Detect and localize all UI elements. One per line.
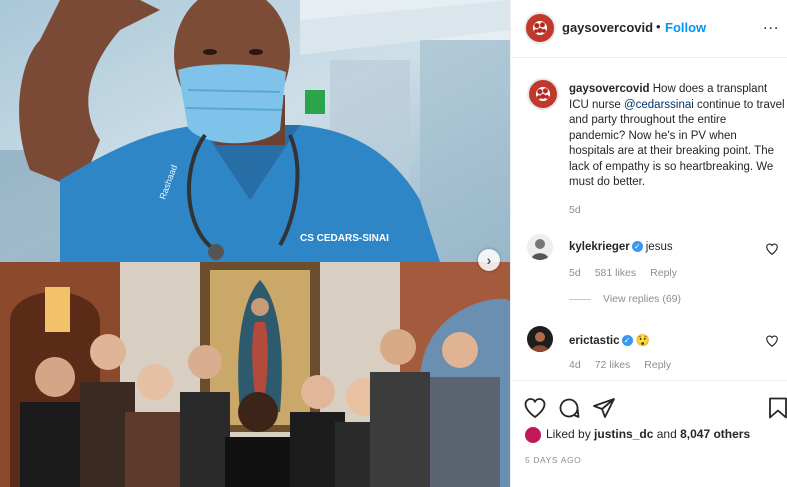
caption-avatar[interactable]: [527, 78, 559, 110]
author-username[interactable]: gaysovercovid: [562, 20, 653, 35]
commenter-avatar[interactable]: [527, 234, 553, 260]
liker-avatar[interactable]: [525, 427, 541, 443]
reply-button[interactable]: Reply: [644, 359, 671, 371]
comment-text: 😲: [635, 335, 650, 347]
liker-username[interactable]: justins_dc: [594, 427, 653, 441]
more-options-icon[interactable]: ...: [763, 16, 779, 34]
view-replies-label: View replies (69): [603, 293, 682, 305]
chevron-right-icon: ›: [486, 252, 492, 268]
author-avatar[interactable]: [524, 12, 556, 44]
comment-meta: 5d 581 likes Reply: [569, 267, 691, 279]
likes-summary: Liked by justins_dc and 8,047 others: [525, 427, 750, 443]
view-replies-button[interactable]: View replies (69): [569, 293, 681, 305]
caption-text: gaysovercovid How does a transplant ICU …: [569, 82, 785, 191]
comment-line: erictastic ✓ 😲: [569, 333, 650, 347]
heart-icon[interactable]: [765, 334, 779, 348]
svg-text:CS CEDARS-SINAI: CS CEDARS-SINAI: [300, 233, 389, 244]
comment-likes[interactable]: 581 likes: [595, 267, 636, 279]
caption-username[interactable]: gaysovercovid: [569, 83, 650, 95]
comment-line: kylekrieger ✓ jesus: [569, 241, 673, 253]
post-media[interactable]: CS CEDARS-SINAI Rashaad ›: [0, 0, 510, 487]
bookmark-icon[interactable]: [766, 396, 787, 420]
like-heart-icon[interactable]: [523, 396, 547, 420]
post-date[interactable]: 5 DAYS AGO: [525, 455, 581, 465]
caption-mention[interactable]: @cedarssinai: [624, 99, 694, 111]
commenter-avatar[interactable]: [527, 326, 553, 352]
comment-icon[interactable]: [557, 396, 581, 420]
comment-time[interactable]: 5d: [569, 267, 581, 279]
share-icon[interactable]: [592, 396, 616, 420]
heart-icon[interactable]: [765, 242, 779, 256]
reply-button[interactable]: Reply: [650, 267, 677, 279]
comment-time[interactable]: 4d: [569, 359, 581, 371]
comment-text: jesus: [645, 241, 673, 253]
comment-meta: 4d 72 likes Reply: [569, 359, 685, 371]
caption-body-2: continue to travel and party throughout …: [569, 98, 785, 189]
comment-username[interactable]: erictastic: [569, 335, 620, 347]
likes-count[interactable]: 8,047 others: [680, 427, 750, 441]
verified-icon: ✓: [621, 335, 633, 347]
post-actions: Liked by justins_dc and 8,047 others 5 D…: [511, 380, 787, 487]
photo-nurse: CS CEDARS-SINAI Rashaad: [0, 0, 510, 262]
post-header: gaysovercovid • Follow ...: [511, 0, 787, 58]
caption-timestamp[interactable]: 5d: [569, 204, 581, 216]
post-panel: gaysovercovid • Follow ... gaysovercovid…: [510, 0, 787, 487]
comment-username[interactable]: kylekrieger: [569, 241, 630, 253]
follow-button[interactable]: Follow: [665, 20, 706, 35]
photo-group: [0, 262, 510, 487]
verified-icon: ✓: [631, 241, 643, 253]
comment-likes[interactable]: 72 likes: [595, 359, 631, 371]
header-separator: •: [656, 19, 661, 34]
next-slide-button[interactable]: ›: [478, 249, 500, 271]
